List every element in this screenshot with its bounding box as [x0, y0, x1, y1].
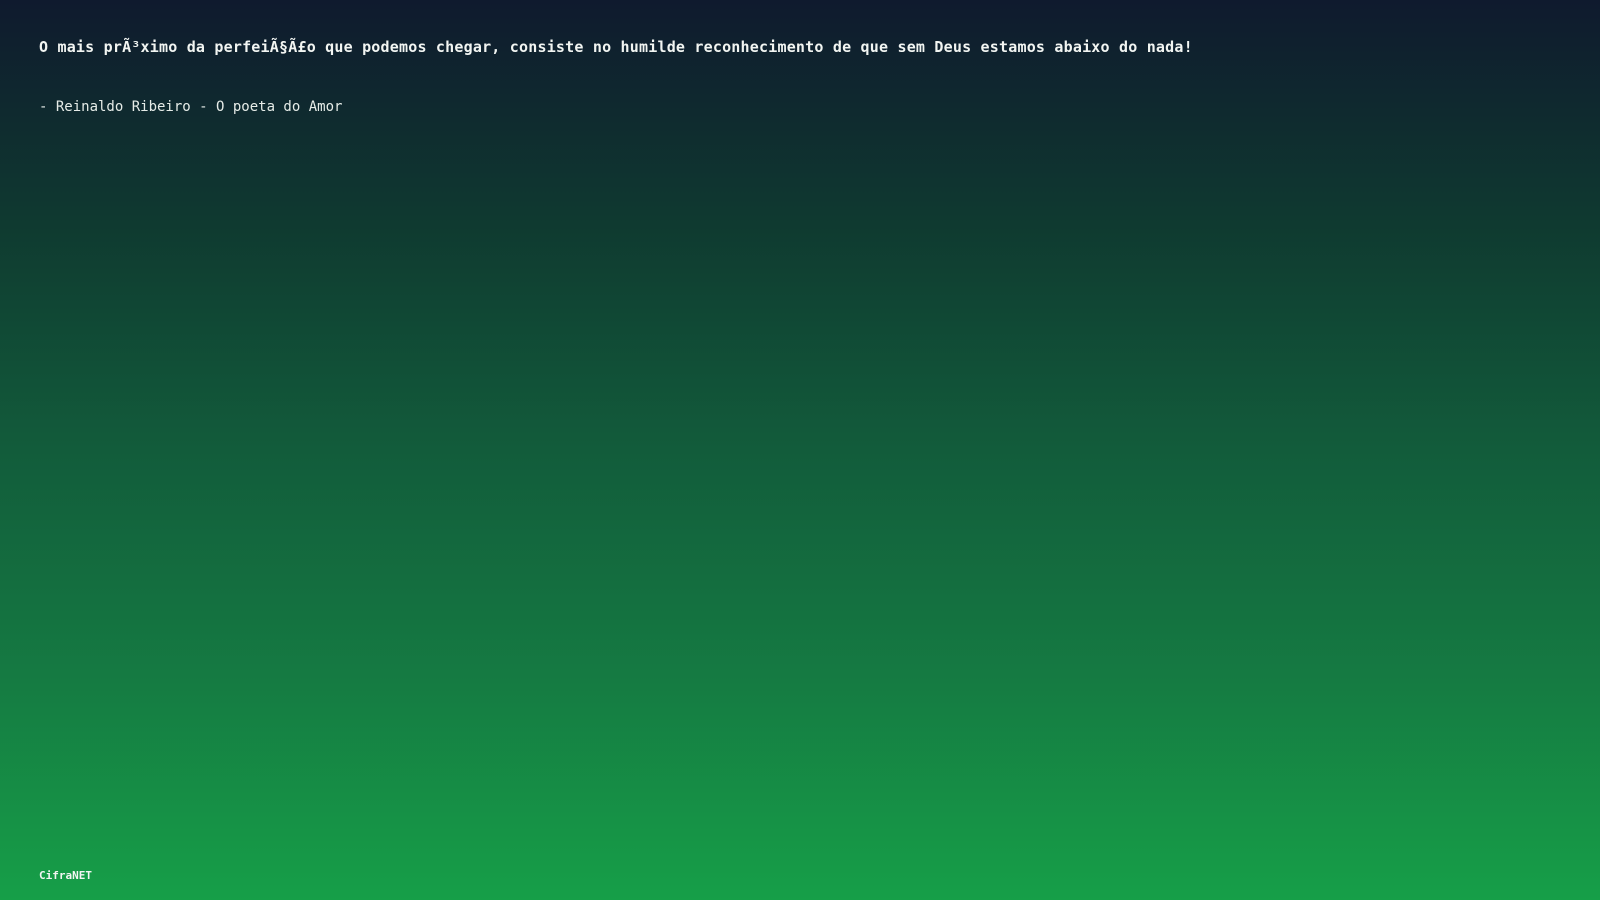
brand-logo-text: CifraNET — [39, 869, 92, 882]
quote-text: O mais prÃ³ximo da perfeiÃ§Ã£o que podem… — [39, 38, 1193, 56]
quote-author: - Reinaldo Ribeiro - O poeta do Amor — [39, 99, 343, 115]
